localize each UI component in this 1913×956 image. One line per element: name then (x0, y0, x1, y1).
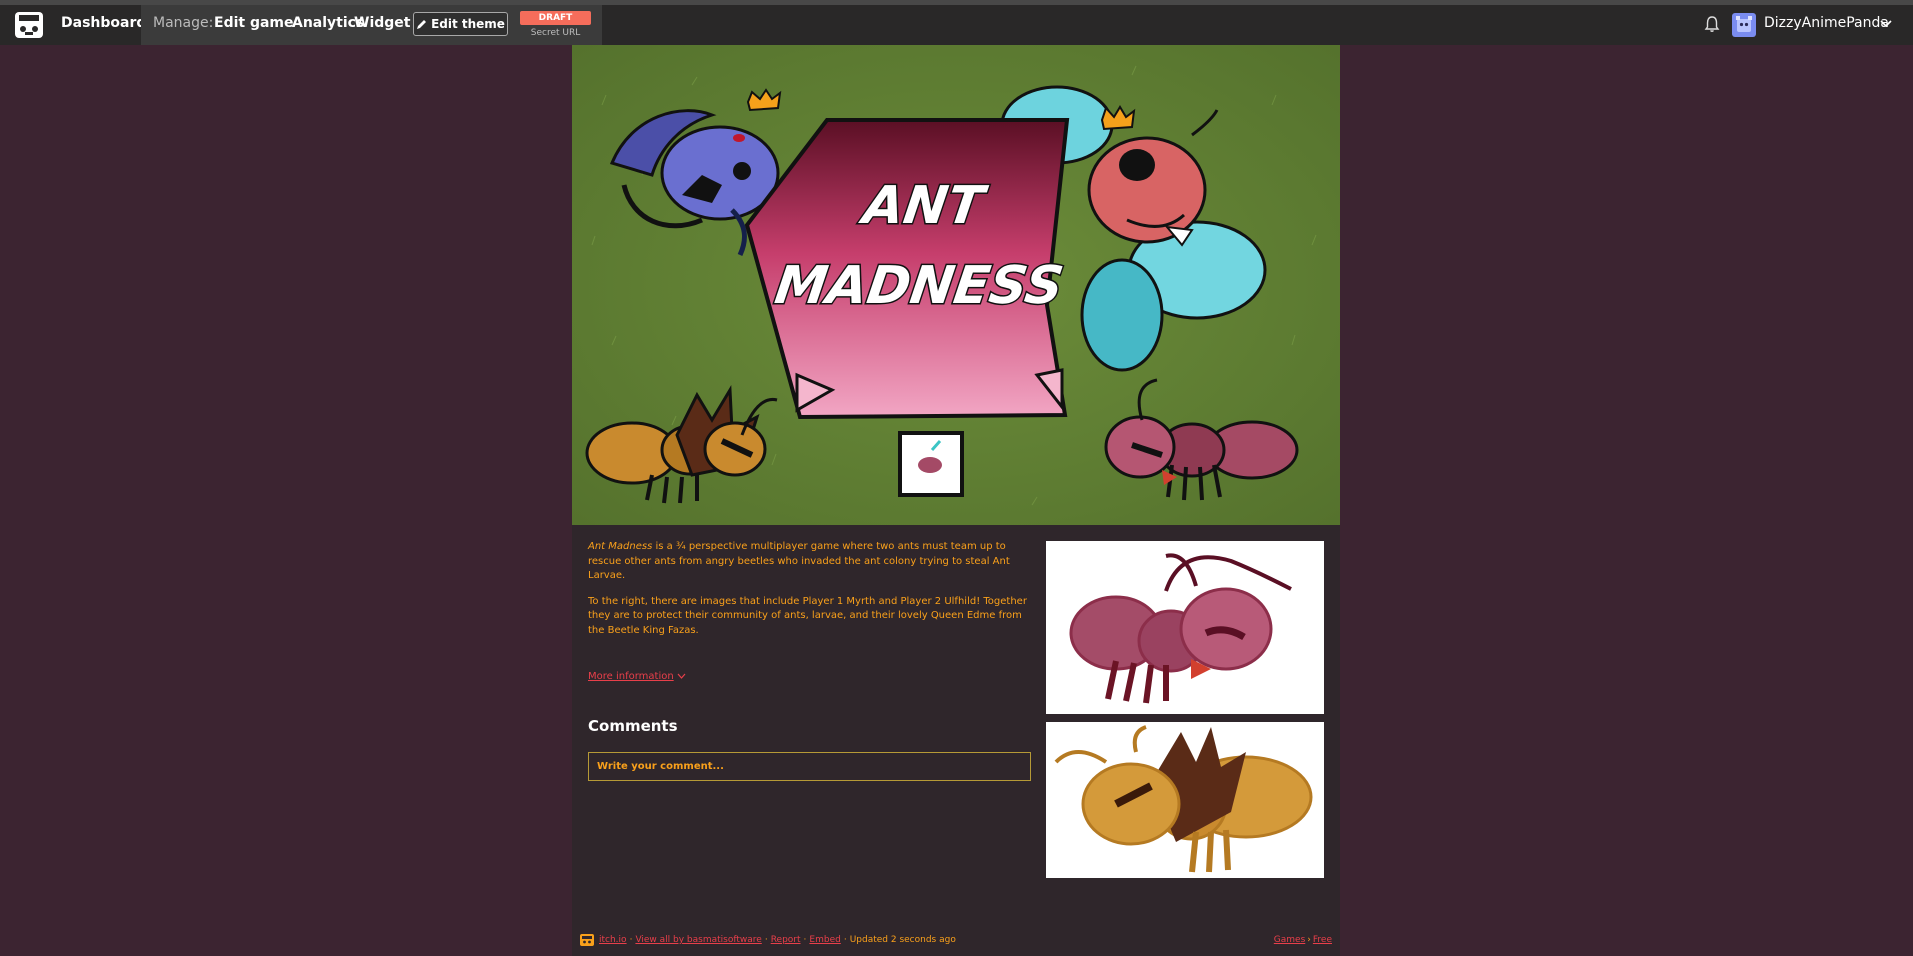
embed-link[interactable]: Embed (809, 935, 840, 945)
breadcrumb-separator: › (1307, 935, 1311, 945)
games-link[interactable]: Games (1274, 935, 1305, 945)
footer-links: itch.io · View all by basmatisoftware · Repo… (599, 935, 956, 945)
chevron-down-icon (677, 673, 686, 679)
secret-url-link[interactable]: Secret URL (520, 28, 591, 38)
more-information-label: More information (588, 671, 674, 682)
screenshot-player2[interactable] (1046, 722, 1324, 878)
game-page: ANT MADNESS Ant Madness is a ¾ perspecti… (572, 45, 1340, 956)
itchio-link[interactable]: itch.io (599, 935, 627, 945)
chevron-down-icon[interactable] (1880, 19, 1892, 29)
itchio-logo-icon[interactable] (13, 10, 45, 40)
page-footer: itch.io · View all by basmatisoftware · Repo… (580, 933, 1332, 949)
report-link[interactable]: Report (771, 935, 801, 945)
description-text-1: is a ¾ perspective multiplayer game wher… (588, 541, 1010, 581)
view-all-link[interactable]: View all by basmatisoftware (635, 935, 761, 945)
description-paragraph-2: To the right, there are images that incl… (588, 595, 1027, 636)
game-title-italic: Ant Madness (588, 541, 653, 552)
comment-input[interactable] (588, 752, 1031, 781)
edit-theme-label: Edit theme (431, 17, 505, 31)
manage-label: Manage: (153, 15, 214, 31)
game-description: Ant Madness is a ¾ perspective multiplay… (588, 540, 1028, 649)
widget-link[interactable]: Widget (354, 15, 410, 31)
comments-heading: Comments (588, 717, 678, 735)
more-information-toggle[interactable]: More information (588, 671, 686, 682)
description-paragraph-1: Ant Madness is a ¾ perspective multiplay… (588, 540, 1028, 584)
free-link[interactable]: Free (1313, 935, 1332, 945)
top-header: Dashboard Manage: Edit game Analytics Wi… (0, 0, 1913, 45)
screenshot-player1[interactable] (1046, 541, 1324, 714)
dashboard-link[interactable]: Dashboard (61, 15, 146, 31)
manage-toolbar: Manage: Edit game Analytics Widget Edit … (141, 5, 602, 45)
edit-game-link[interactable]: Edit game (214, 15, 294, 31)
footer-breadcrumb: Games › Free (1274, 935, 1332, 945)
username-menu[interactable]: DizzyAnimePanda (1764, 15, 1889, 31)
avatar[interactable] (1732, 13, 1756, 37)
studio-logo (898, 431, 964, 497)
edit-theme-button[interactable]: Edit theme (413, 12, 508, 36)
pencil-icon (417, 19, 427, 29)
title-sign: ANT MADNESS (744, 118, 1070, 420)
bell-icon[interactable] (1704, 15, 1720, 33)
updated-timestamp: Updated 2 seconds ago (849, 935, 956, 945)
game-banner: ANT MADNESS (572, 45, 1340, 525)
banner-title-line1: ANT (856, 176, 992, 236)
itchio-logo-icon (580, 934, 594, 946)
banner-title-line2: MADNESS (771, 256, 1067, 316)
draft-badge: DRAFT (520, 11, 591, 25)
